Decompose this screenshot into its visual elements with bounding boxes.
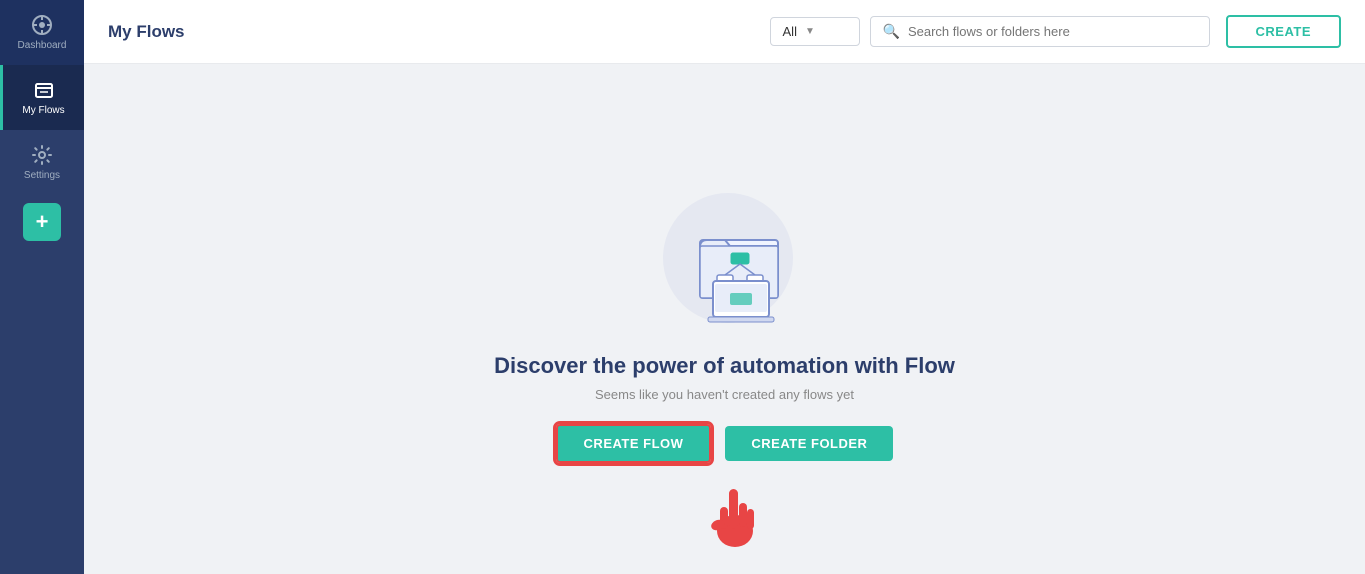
page-title: My Flows xyxy=(108,22,185,42)
myflows-icon xyxy=(33,79,55,101)
create-folder-button[interactable]: CREATE FOLDER xyxy=(725,426,893,461)
add-button[interactable]: + xyxy=(23,203,61,241)
search-icon: 🔍 xyxy=(883,23,900,40)
empty-subtitle: Seems like you haven't created any flows… xyxy=(595,387,854,402)
flow-svg xyxy=(645,175,805,330)
create-button[interactable]: CREATE xyxy=(1226,15,1341,48)
search-box: 🔍 xyxy=(870,16,1210,47)
sidebar-item-myflows[interactable]: My Flows xyxy=(0,65,84,130)
filter-dropdown[interactable]: All ▼ xyxy=(770,17,860,46)
chevron-down-icon: ▼ xyxy=(805,26,815,37)
header: My Flows All ▼ 🔍 CREATE xyxy=(84,0,1365,64)
sidebar-label-settings: Settings xyxy=(24,170,60,181)
dashboard-icon xyxy=(31,14,53,36)
cursor-indicator xyxy=(705,479,765,554)
filter-value: All xyxy=(783,24,797,39)
search-input[interactable] xyxy=(908,24,1197,39)
illustration xyxy=(635,175,815,335)
sidebar-item-settings[interactable]: Settings xyxy=(0,130,84,195)
settings-icon xyxy=(31,144,53,166)
sidebar-label-dashboard: Dashboard xyxy=(18,40,67,51)
create-flow-button[interactable]: CREATE FLOW xyxy=(556,424,712,463)
action-buttons: CREATE FLOW CREATE FOLDER xyxy=(556,424,894,463)
empty-title: Discover the power of automation with Fl… xyxy=(494,353,955,379)
main-area: My Flows All ▼ 🔍 CREATE xyxy=(84,0,1365,574)
plus-icon: + xyxy=(36,209,49,235)
sidebar-item-dashboard[interactable]: Dashboard xyxy=(0,0,84,65)
empty-state: Discover the power of automation with Fl… xyxy=(84,64,1365,574)
sidebar: Dashboard My Flows Settings + xyxy=(0,0,84,574)
sidebar-label-myflows: My Flows xyxy=(22,105,64,116)
hand-cursor-icon xyxy=(705,479,765,549)
